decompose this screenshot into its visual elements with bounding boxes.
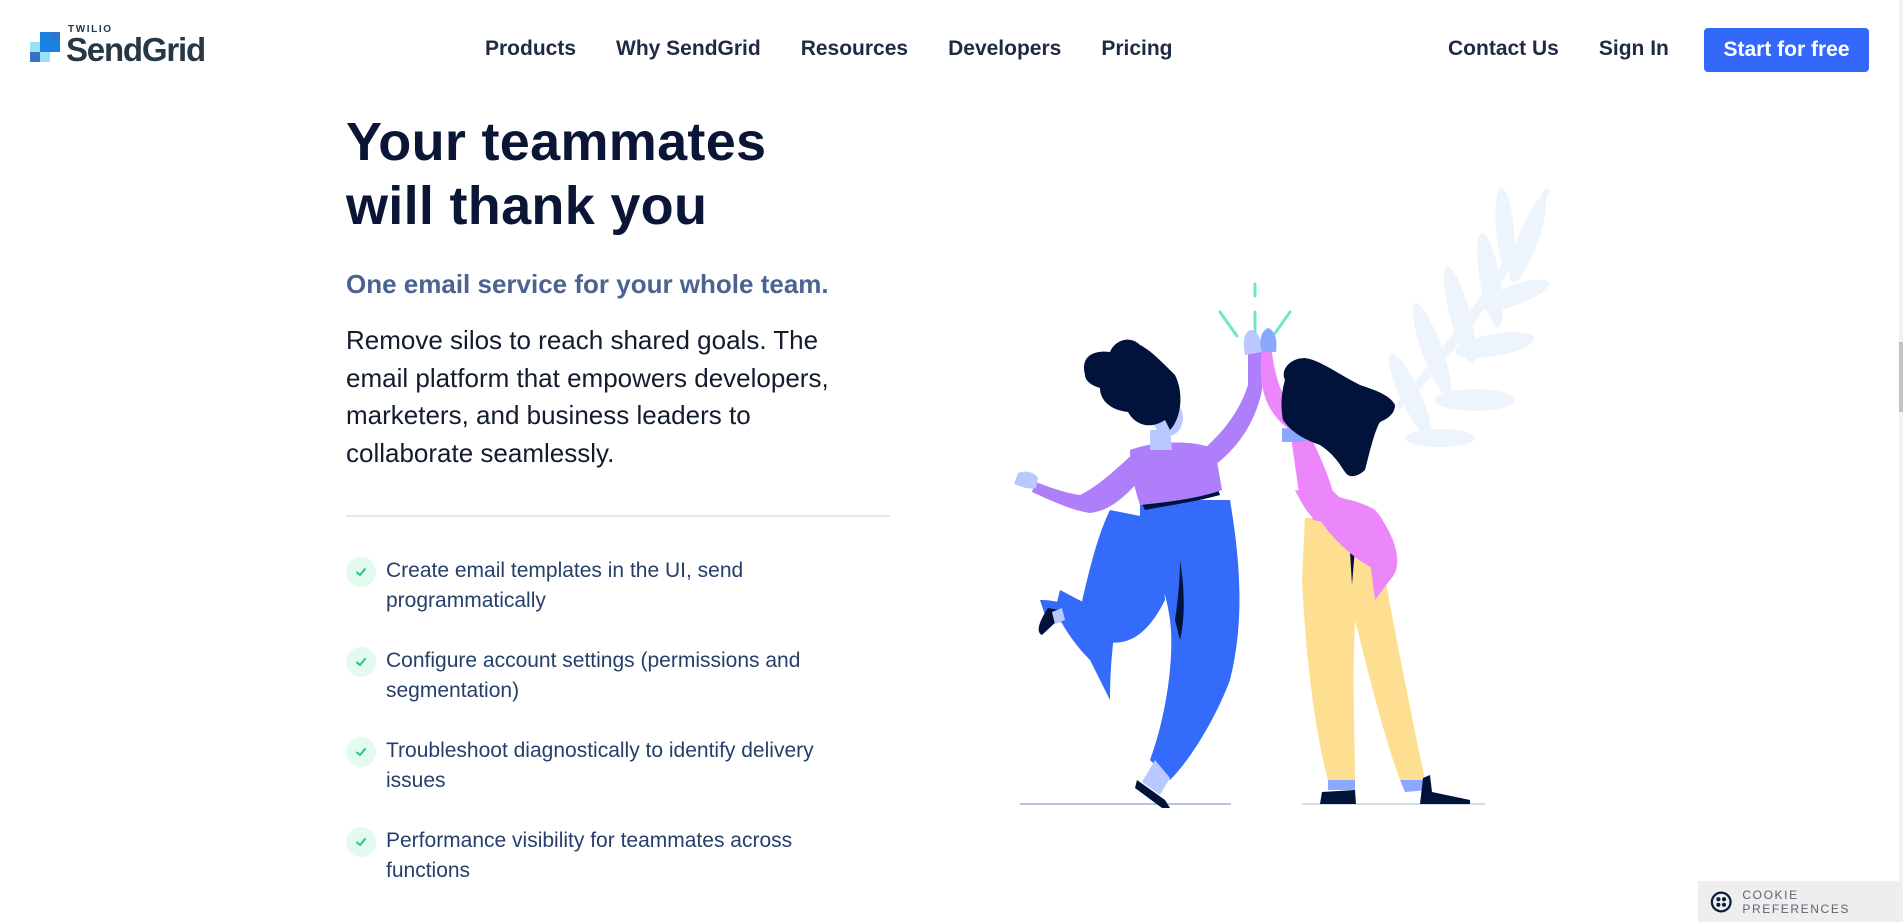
body-paragraph: Remove silos to reach shared goals. The … <box>346 325 829 468</box>
start-for-free-button[interactable]: Start for free <box>1704 28 1869 72</box>
subheading: One email service for your whole team. <box>346 269 829 299</box>
sendgrid-logo-icon <box>30 32 60 62</box>
feature-item: Performance visibility for teammates acr… <box>346 826 866 916</box>
nav-pricing[interactable]: Pricing <box>1101 36 1172 62</box>
hero-text: Your teammates will thank you One email … <box>346 110 866 472</box>
nav-products[interactable]: Products <box>485 36 576 62</box>
page-title: Your teammates will thank you <box>346 112 767 236</box>
check-icon <box>346 647 376 677</box>
page-scrollbar[interactable] <box>1899 0 1903 922</box>
person-left <box>1014 330 1262 808</box>
main-nav: Products Why SendGrid Resources Develope… <box>485 36 1213 62</box>
feature-text: Configure account settings (permissions … <box>386 649 801 702</box>
check-icon <box>346 737 376 767</box>
feature-item: Create email templates in the UI, send p… <box>346 556 866 646</box>
sparkle-icon <box>1218 282 1292 339</box>
sendgrid-logo[interactable]: TWILIO SendGrid <box>30 24 212 68</box>
feature-list: Create email templates in the UI, send p… <box>346 556 866 916</box>
feature-text: Troubleshoot diagnostically to identify … <box>386 739 814 792</box>
secondary-nav: Contact Us Sign In <box>1448 36 1709 62</box>
twilio-icon <box>1710 891 1732 912</box>
scrollbar-thumb[interactable] <box>1899 342 1903 412</box>
feature-item: Troubleshoot diagnostically to identify … <box>346 736 866 826</box>
sign-in-link[interactable]: Sign In <box>1599 36 1669 62</box>
nav-why-sendgrid[interactable]: Why SendGrid <box>616 36 761 62</box>
high-five-illustration <box>1014 188 1550 808</box>
feature-item: Configure account settings (permissions … <box>346 646 866 736</box>
leaf-decoration <box>1388 188 1550 447</box>
check-icon <box>346 827 376 857</box>
site-header: TWILIO SendGrid Products Why SendGrid Re… <box>0 0 1899 100</box>
nav-developers[interactable]: Developers <box>948 36 1061 62</box>
check-icon <box>346 557 376 587</box>
nav-resources[interactable]: Resources <box>801 36 908 62</box>
cookie-preferences-button[interactable]: COOKIE PREFERENCES <box>1698 881 1900 922</box>
contact-us-link[interactable]: Contact Us <box>1448 36 1559 62</box>
divider <box>346 515 890 517</box>
cookie-preferences-label: COOKIE PREFERENCES <box>1742 887 1851 916</box>
logo-brand-text: SendGrid <box>66 31 206 68</box>
feature-text: Create email templates in the UI, send p… <box>386 559 744 612</box>
feature-text: Performance visibility for teammates acr… <box>386 829 793 882</box>
